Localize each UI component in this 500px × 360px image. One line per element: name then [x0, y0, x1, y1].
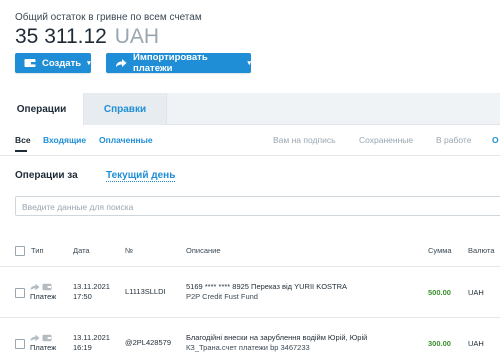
filter-divider — [0, 155, 500, 156]
table-header-divider — [0, 266, 500, 267]
filter-to-sign[interactable]: Вам на подпись — [273, 135, 336, 145]
row-type: Платеж — [30, 343, 57, 352]
column-header-currency[interactable]: Валюта — [468, 246, 495, 255]
row-description-sub: КЗ_Трана.счет платежи bp 3467233 — [186, 343, 310, 352]
row-time: 16:19 — [73, 343, 92, 352]
import-payments-label: Импортировать платежи — [133, 52, 208, 74]
tab-operations[interactable]: Операции — [0, 93, 83, 125]
column-header-number[interactable]: № — [125, 246, 133, 255]
filter-incoming[interactable]: Входящие — [43, 135, 86, 145]
row-sum: 500.00 — [428, 288, 451, 297]
chevron-down-icon: ▾ — [87, 60, 91, 67]
column-header-type[interactable]: Тип — [31, 246, 44, 255]
filter-more[interactable]: О — [492, 135, 499, 145]
filter-active-indicator — [15, 150, 27, 152]
row-date: 13.11.2021 — [73, 333, 110, 342]
share-arrow-icon — [115, 58, 127, 68]
search-box — [15, 196, 500, 216]
row-date: 13.11.2021 — [73, 282, 110, 291]
column-header-date[interactable]: Дата — [73, 246, 90, 255]
create-button[interactable]: Создать ▾ — [15, 53, 91, 73]
row-type: Платеж — [30, 292, 57, 301]
tab-references[interactable]: Справки — [83, 93, 167, 125]
row-currency: UAH — [468, 339, 484, 348]
row-divider — [0, 317, 500, 318]
filter-paid[interactable]: Оплаченные — [99, 135, 153, 145]
row-number: @2PL428579 — [125, 338, 171, 347]
period-label: Операции за — [15, 170, 78, 181]
filter-in-progress[interactable]: В работе — [436, 135, 471, 145]
column-header-sum[interactable]: Сумма — [428, 246, 452, 255]
balance-currency: UAH — [114, 25, 160, 48]
search-input[interactable] — [16, 198, 500, 216]
chevron-down-icon: ▾ — [247, 60, 251, 67]
row-time: 17:50 — [73, 292, 92, 301]
row-description: 5169 **** **** 8925 Переказ від YURII KO… — [186, 282, 348, 291]
column-header-description[interactable]: Описание — [186, 246, 221, 255]
filter-saved[interactable]: Сохраненные — [359, 135, 413, 145]
wallet-icon — [24, 58, 36, 68]
row-checkbox[interactable] — [15, 339, 25, 349]
row-description: Благодійні внески на зарублення водійм Ю… — [186, 333, 368, 342]
row-description-sub: P2P Credit Fust Fund — [186, 292, 258, 301]
import-payments-button[interactable]: Импортировать платежи ▾ — [106, 52, 251, 74]
tabs-divider — [165, 124, 500, 125]
balance-label: Общий остаток в гривне по всем счетам — [15, 12, 202, 23]
row-sum: 300.00 — [428, 339, 451, 348]
create-button-label: Создать — [42, 57, 82, 69]
row-checkbox[interactable] — [15, 288, 25, 298]
row-number: L1113SLLDI — [125, 287, 166, 296]
period-selector[interactable]: Текущий день — [106, 170, 176, 182]
row-currency: UAH — [468, 288, 484, 297]
filter-all[interactable]: Все — [15, 135, 31, 145]
balance-amount: 35 311.12 — [15, 25, 107, 48]
payment-type-icon — [30, 333, 52, 343]
select-all-checkbox[interactable] — [15, 246, 25, 256]
balance-total: 35 311.12 UAH — [15, 25, 159, 49]
payment-type-icon — [30, 282, 52, 292]
